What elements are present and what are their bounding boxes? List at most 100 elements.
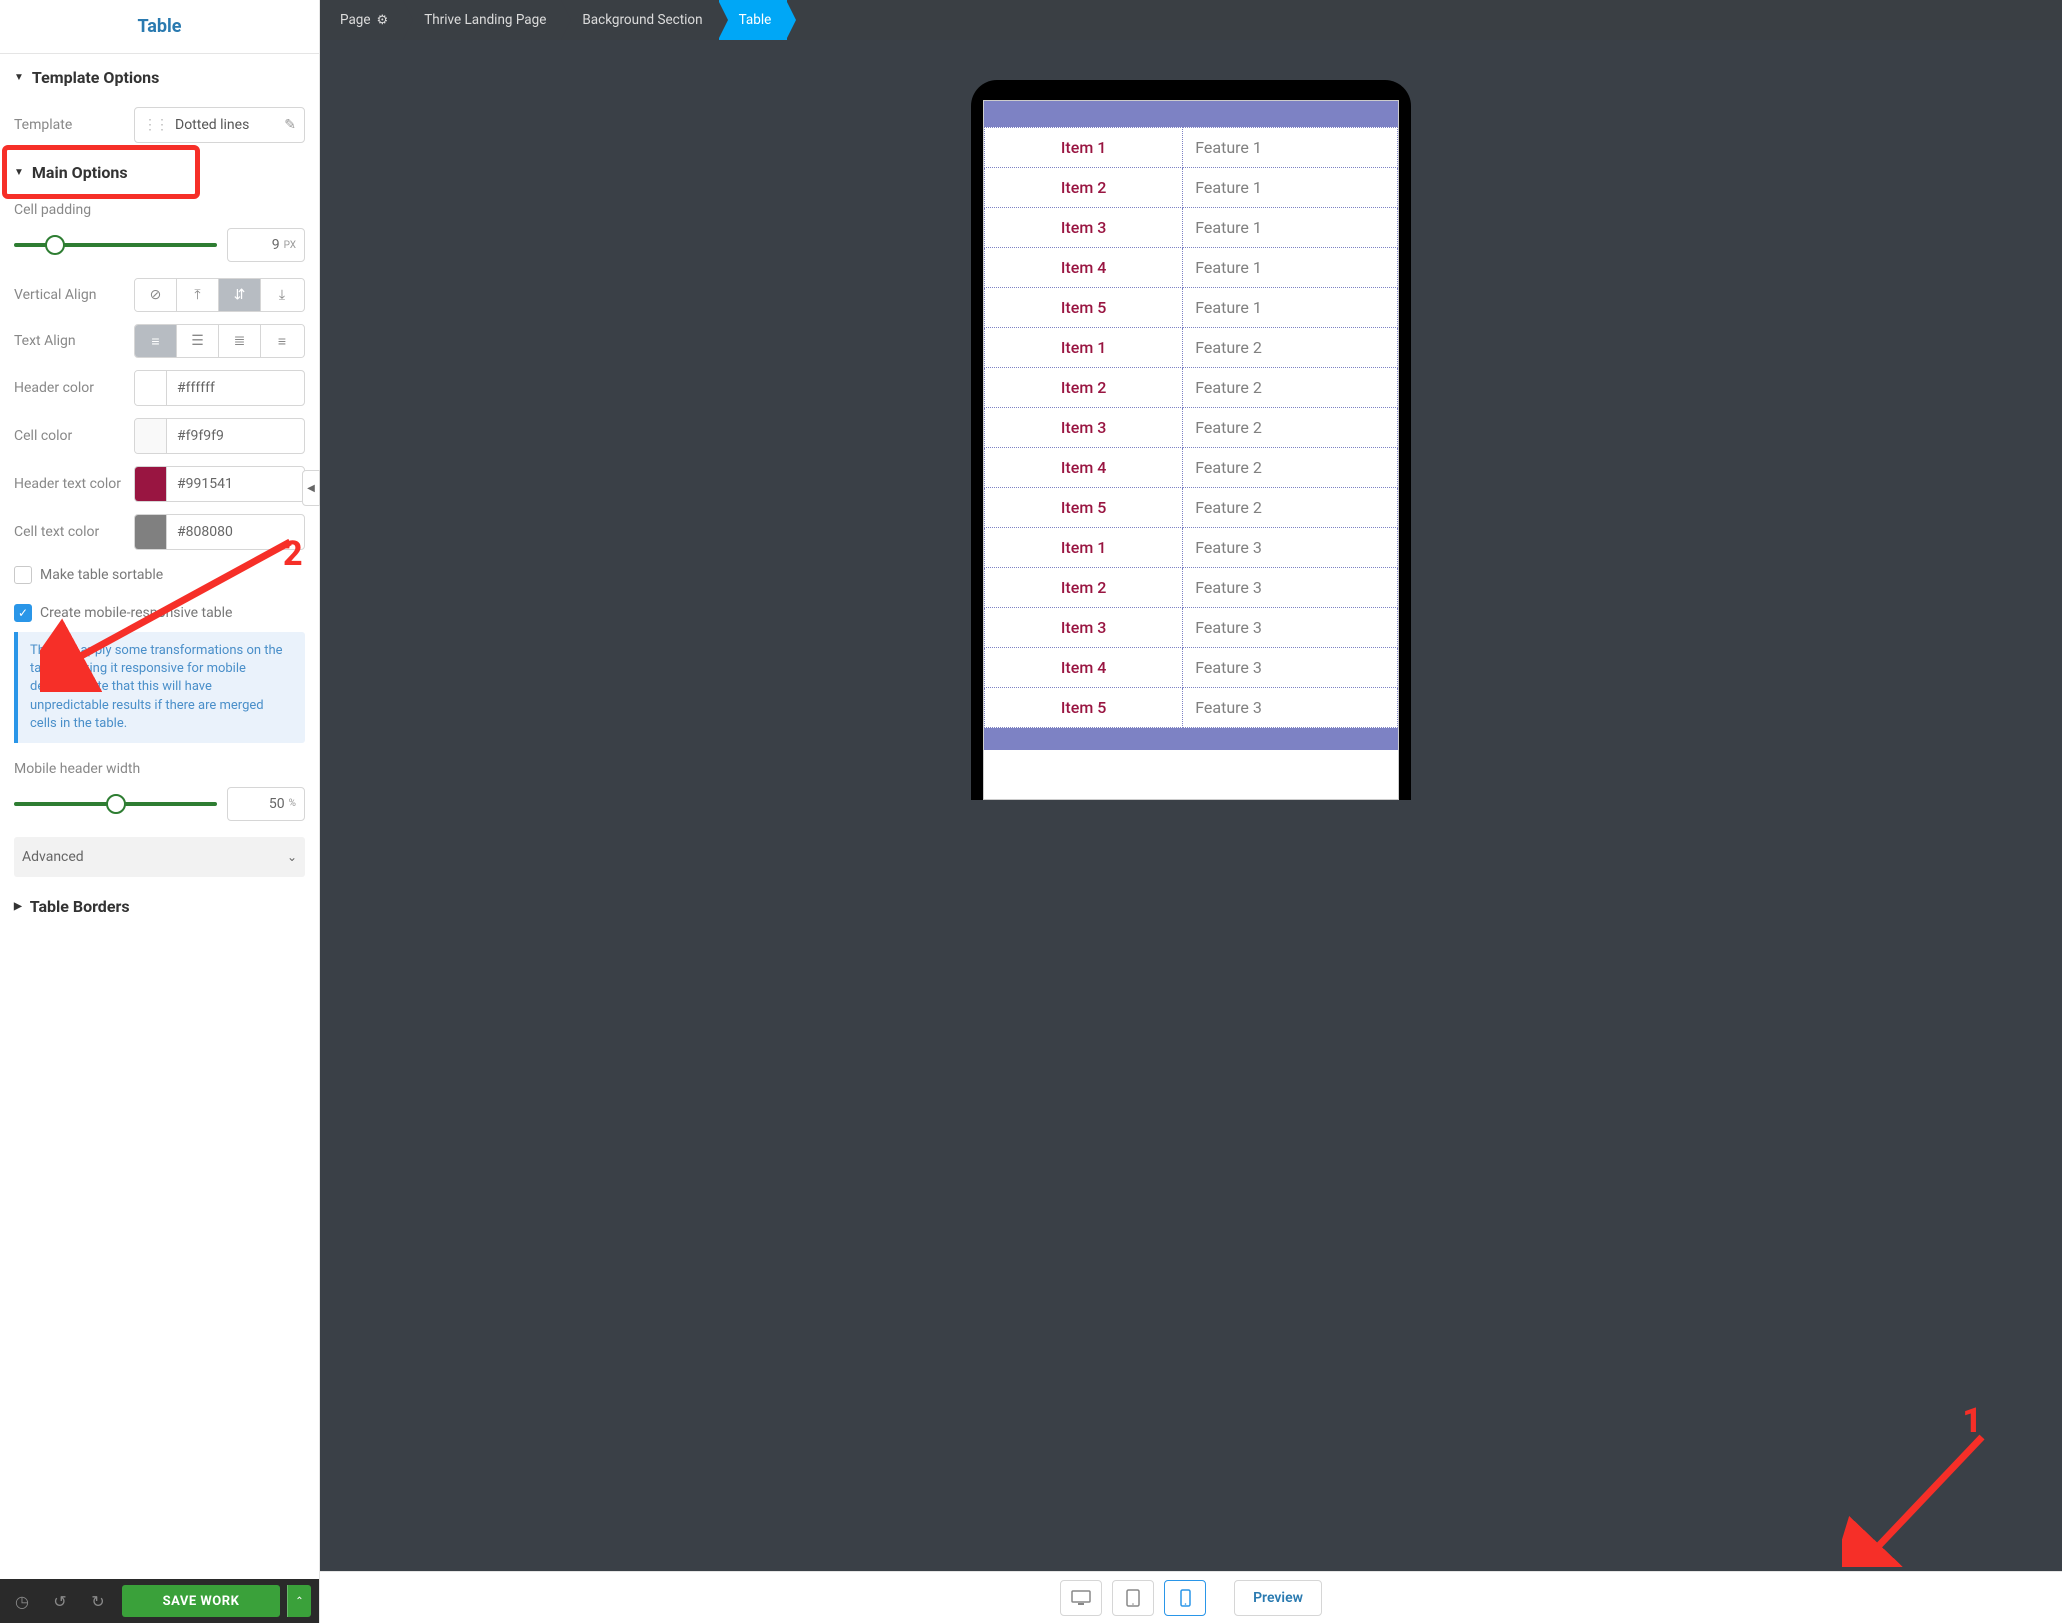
table-cell-feature: Feature 3 (1183, 688, 1398, 728)
align-top-button[interactable]: ⤒ (177, 279, 219, 311)
table-cell-item: Item 5 (985, 288, 1183, 328)
align-right-button[interactable]: ≣ (219, 325, 261, 357)
caret-right-icon: ▶ (14, 901, 22, 912)
table-row: Item 1Feature 1 (985, 128, 1398, 168)
mobile-width-input[interactable]: 50 % (227, 787, 305, 821)
table-cell-item: Item 2 (985, 168, 1183, 208)
slider-thumb[interactable] (106, 794, 126, 814)
device-header-bar (984, 101, 1398, 127)
table-cell-feature: Feature 2 (1183, 368, 1398, 408)
sortable-checkbox-row[interactable]: Make table sortable (8, 556, 311, 594)
table-row: Item 4Feature 1 (985, 248, 1398, 288)
table-cell-feature: Feature 1 (1183, 128, 1398, 168)
mobile-view-button[interactable] (1164, 1580, 1206, 1616)
align-bottom-button[interactable]: ⤓ (261, 279, 303, 311)
table-cell-item: Item 4 (985, 448, 1183, 488)
preview-table: Item 1Feature 1Item 2Feature 1Item 3Feat… (984, 127, 1398, 728)
cell-padding-unit: PX (284, 240, 296, 251)
collapse-sidebar-button[interactable]: ◀ (302, 470, 320, 506)
preview-button[interactable]: Preview (1234, 1580, 1322, 1616)
sortable-checkbox[interactable] (14, 566, 32, 584)
cell-text-color-input[interactable]: #808080 (134, 514, 305, 550)
responsive-checkbox[interactable]: ✓ (14, 604, 32, 622)
cell-padding-slider[interactable] (14, 243, 217, 247)
slider-thumb[interactable] (45, 235, 65, 255)
undo-icon[interactable]: ↺ (46, 1587, 74, 1615)
mobile-width-value: 50 (269, 796, 285, 812)
header-color-input[interactable]: #ffffff (134, 370, 305, 406)
header-text-color-swatch[interactable] (135, 467, 167, 501)
desktop-view-button[interactable] (1060, 1580, 1102, 1616)
gear-icon[interactable]: ⚙ (377, 13, 389, 28)
template-value: Dotted lines (175, 117, 276, 133)
header-color-label: Header color (14, 380, 124, 396)
breadcrumb-item[interactable]: Background Section (562, 0, 718, 40)
table-cell-item: Item 1 (985, 328, 1183, 368)
sidebar-title: Table (0, 0, 319, 54)
table-row: Item 5Feature 2 (985, 488, 1398, 528)
table-row: Item 4Feature 3 (985, 648, 1398, 688)
caret-down-icon: ▼ (14, 167, 24, 178)
breadcrumb-item[interactable]: Table (719, 0, 788, 40)
cell-text-color-swatch[interactable] (135, 515, 167, 549)
align-left-button[interactable]: ≡ (135, 325, 177, 357)
align-center-button[interactable]: ☰ (177, 325, 219, 357)
history-icon[interactable]: ◷ (8, 1587, 36, 1615)
cell-padding-value: 9 (272, 237, 280, 253)
device-viewport[interactable]: Item 1Feature 1Item 2Feature 1Item 3Feat… (983, 100, 1399, 800)
table-row: Item 3Feature 2 (985, 408, 1398, 448)
table-cell-item: Item 3 (985, 208, 1183, 248)
table-cell-item: Item 2 (985, 368, 1183, 408)
save-dropdown-button[interactable]: ⌃ (287, 1585, 311, 1617)
mobile-width-label: Mobile header width (14, 761, 140, 777)
align-none-button[interactable]: ⊘ (135, 279, 177, 311)
table-cell-feature: Feature 1 (1183, 248, 1398, 288)
table-cell-item: Item 3 (985, 608, 1183, 648)
breadcrumb-item[interactable]: Thrive Landing Page (404, 0, 562, 40)
header-text-color-input[interactable]: #991541 (134, 466, 305, 502)
tablet-view-button[interactable] (1112, 1580, 1154, 1616)
cell-padding-input[interactable]: 9 PX (227, 228, 305, 262)
mobile-width-slider[interactable] (14, 802, 217, 806)
cell-color-swatch[interactable] (135, 419, 167, 453)
table-row: Item 3Feature 3 (985, 608, 1398, 648)
table-cell-item: Item 2 (985, 568, 1183, 608)
template-label: Template (14, 117, 124, 133)
table-row: Item 3Feature 1 (985, 208, 1398, 248)
caret-down-icon: ▼ (14, 72, 24, 83)
table-cell-feature: Feature 2 (1183, 448, 1398, 488)
canvas: Item 1Feature 1Item 2Feature 1Item 3Feat… (320, 40, 2062, 1571)
text-align-label: Text Align (14, 333, 124, 349)
pencil-icon[interactable]: ✎ (284, 117, 296, 133)
redo-icon[interactable]: ↻ (84, 1587, 112, 1615)
table-cell-item: Item 3 (985, 408, 1183, 448)
align-middle-button[interactable]: ⇵ (219, 279, 261, 311)
chevron-down-icon: ⌄ (287, 850, 297, 864)
breadcrumb-item[interactable]: Page⚙ (320, 0, 404, 40)
table-cell-feature: Feature 3 (1183, 568, 1398, 608)
save-button[interactable]: SAVE WORK (122, 1585, 280, 1617)
cell-color-input[interactable]: #f9f9f9 (134, 418, 305, 454)
breadcrumb: Page⚙Thrive Landing PageBackground Secti… (320, 0, 2062, 40)
responsive-label: Create mobile-responsive table (40, 605, 232, 621)
section-template-title: Template Options (32, 68, 159, 87)
table-row: Item 2Feature 3 (985, 568, 1398, 608)
table-cell-feature: Feature 3 (1183, 608, 1398, 648)
align-justify-button[interactable]: ≡ (261, 325, 303, 357)
responsive-checkbox-row[interactable]: ✓ Create mobile-responsive table (8, 594, 311, 632)
header-color-swatch[interactable] (135, 371, 167, 405)
section-borders-title: Table Borders (30, 897, 130, 916)
responsive-info: This will apply some transformations on … (14, 632, 305, 743)
header-color-value: #ffffff (167, 380, 304, 396)
drag-grip-icon: ⋮⋮ (143, 117, 167, 133)
advanced-label: Advanced (22, 849, 84, 865)
table-row: Item 1Feature 2 (985, 328, 1398, 368)
advanced-toggle[interactable]: Advanced ⌄ (14, 837, 305, 877)
section-template-options[interactable]: ▼ Template Options (8, 54, 311, 101)
table-cell-feature: Feature 3 (1183, 528, 1398, 568)
table-row: Item 5Feature 3 (985, 688, 1398, 728)
section-table-borders[interactable]: ▶ Table Borders (8, 883, 311, 930)
section-main-options[interactable]: ▼ Main Options (8, 149, 311, 196)
cell-color-value: #f9f9f9 (167, 428, 304, 444)
template-select[interactable]: ⋮⋮ Dotted lines ✎ (134, 107, 305, 143)
